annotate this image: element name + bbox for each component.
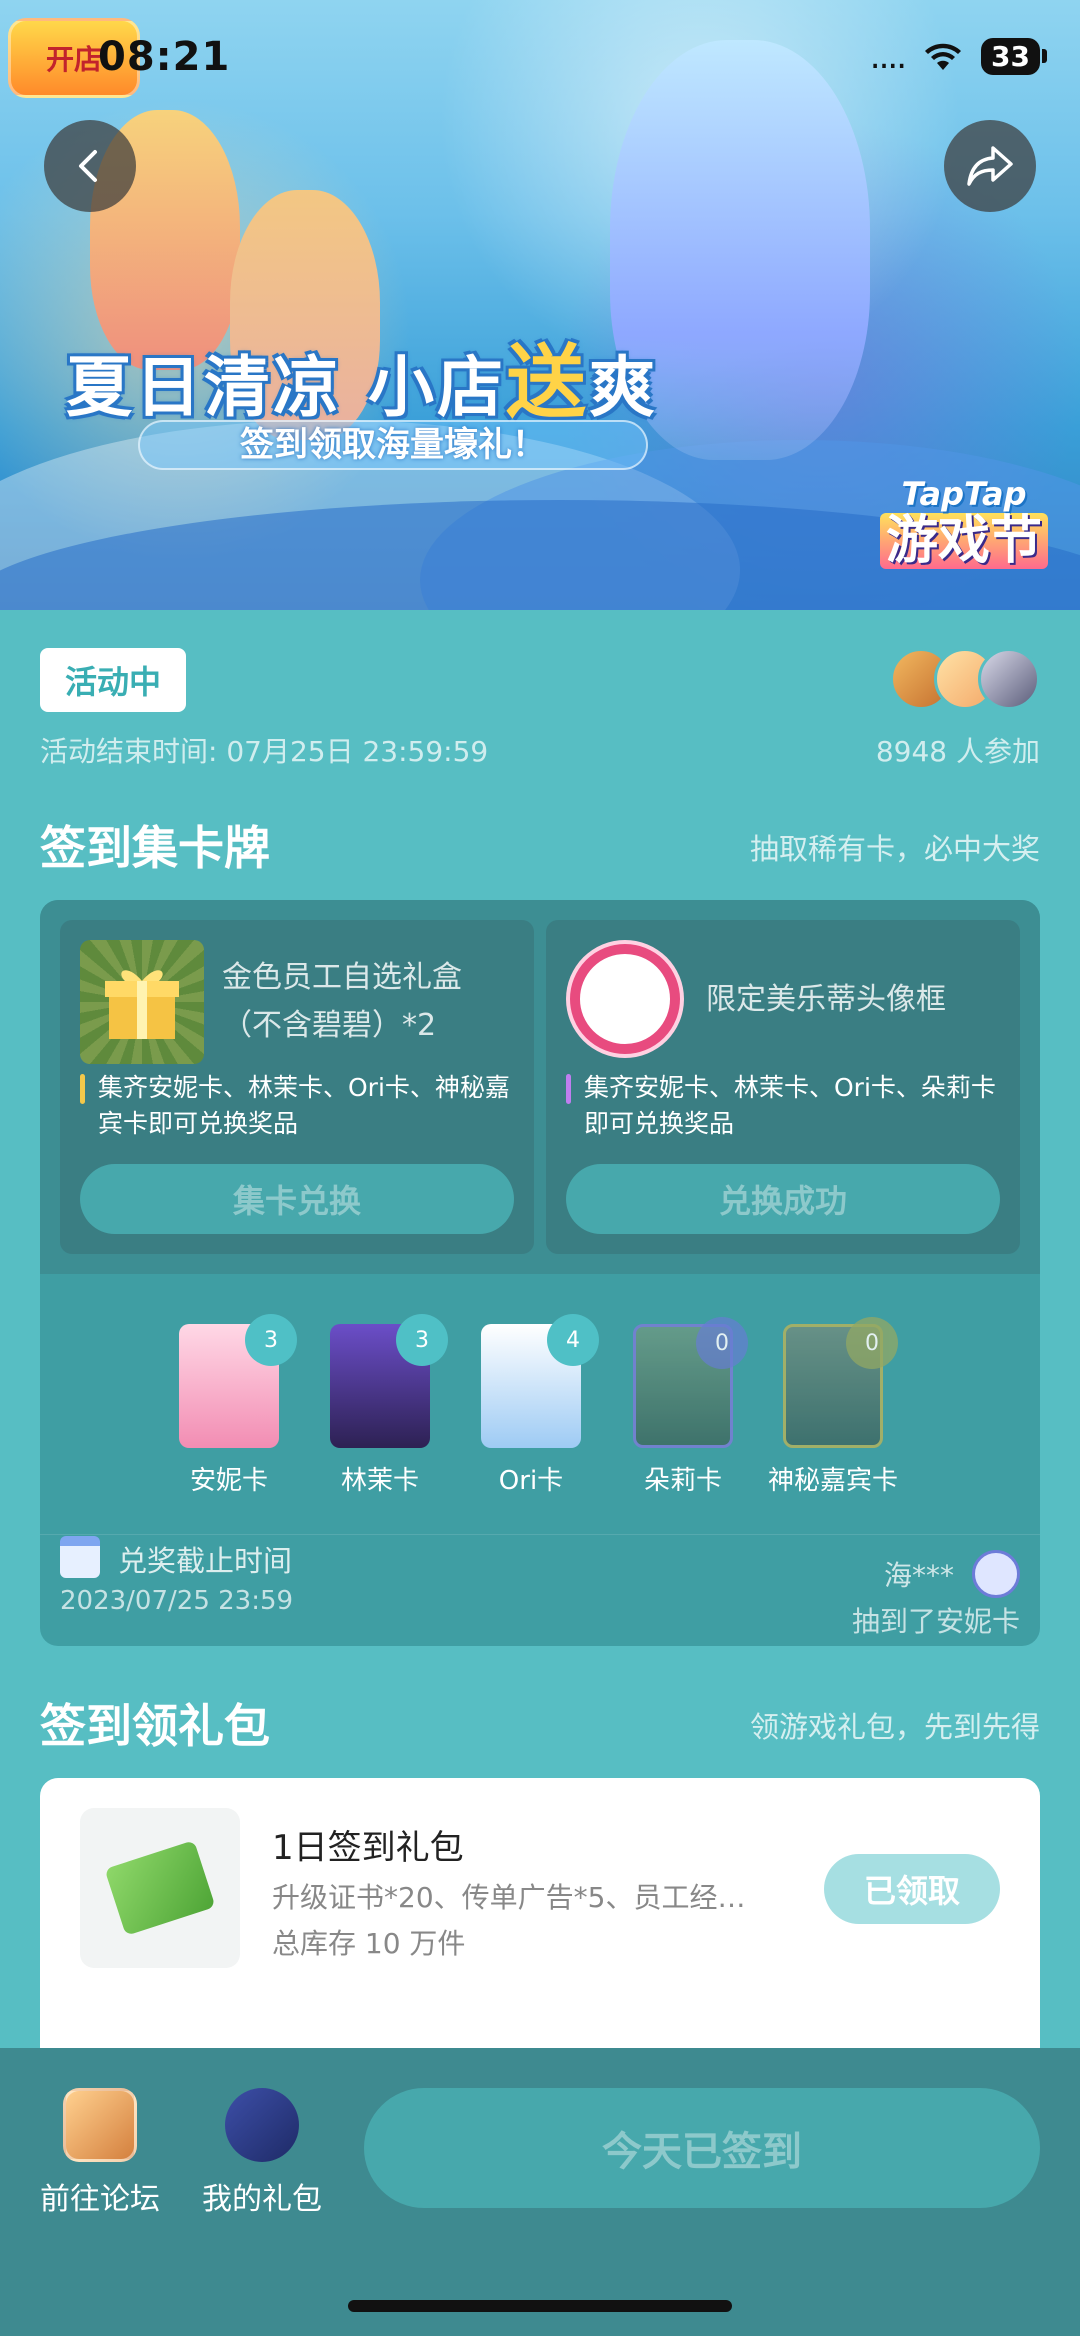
banner-title-part1: 夏日清凉 小店: [66, 349, 506, 426]
card-count-badge: 3: [245, 1314, 297, 1366]
ticker-user-name: 海***: [883, 1559, 954, 1592]
cash-icon: [104, 1840, 216, 1936]
gift-bag-icon: [225, 2088, 299, 2162]
event-banner: 开店 08:21 .... 33 夏日清凉 小店送爽 签到领取海量壕礼！ Tap…: [0, 0, 1080, 610]
card-label: 林茉卡: [340, 1466, 419, 1496]
checked-in-today-button[interactable]: 今天已签到: [364, 2088, 1040, 2208]
gift-pack-name: 1日签到礼包: [272, 1828, 464, 1868]
activity-end-time: 活动结束时间: 07月25日 23:59:59: [40, 735, 489, 768]
home-indicator[interactable]: [348, 2300, 732, 2312]
gift-pack-description: 升级证书*20、传单广告*5、员工经…: [272, 1881, 746, 1914]
my-gifts-label: 我的礼包: [202, 2182, 322, 2217]
card-count-badge: 0: [696, 1317, 748, 1369]
battery-indicator: 33: [981, 38, 1047, 75]
avatar-frame-icon: [570, 944, 680, 1054]
card-section-title: 签到集卡牌: [40, 821, 270, 875]
claimed-button[interactable]: 已领取: [824, 1854, 1000, 1924]
reward-row: 金色员工自选礼盒（不含碧碧）*2 集齐安妮卡、林茉卡、Ori卡、神秘嘉宾卡即可兑…: [40, 900, 1040, 1274]
banner-subtitle: 签到领取海量壕礼！: [138, 420, 648, 470]
my-gifts-button[interactable]: 我的礼包: [192, 2088, 332, 2218]
brand-top: TapTap: [901, 475, 1027, 513]
ticker-message: 抽到了安妮卡: [851, 1605, 1020, 1638]
deadline-date: 2023/07/25 23:59: [60, 1586, 294, 1616]
card-ori[interactable]: 4 Ori卡: [456, 1314, 606, 1497]
card-label: Ori卡: [498, 1466, 564, 1496]
card-label: 安妮卡: [189, 1466, 268, 1496]
gift-pack-image: [80, 1808, 240, 1968]
banner-title-highlight: 送: [505, 336, 589, 429]
status-time: 08:21: [98, 34, 231, 80]
forum-icon: [63, 2088, 137, 2162]
gift-section-title: 签到领礼包: [40, 1699, 270, 1753]
status-indicators: .... 33: [869, 36, 1047, 77]
card-image: 0: [783, 1317, 898, 1448]
deadline-label: 兑奖截止时间: [118, 1544, 293, 1578]
divider: [40, 1534, 1040, 1535]
reward-gift-box: 金色员工自选礼盒（不含碧碧）*2 集齐安妮卡、林茉卡、Ori卡、神秘嘉宾卡即可兑…: [60, 920, 534, 1254]
reward-avatar-frame: 限定美乐蒂头像框 集齐安妮卡、林茉卡、Ori卡、朵莉卡即可兑换奖品 兑换成功: [546, 920, 1020, 1254]
card-count-badge: 4: [547, 1314, 599, 1366]
ticker-avatar: [972, 1550, 1020, 1598]
participant-avatars[interactable]: [890, 648, 1040, 710]
card-image: 3: [330, 1314, 448, 1448]
gift-box-icon: [80, 940, 204, 1064]
share-arrow-icon: [967, 146, 1013, 186]
avatar: [978, 648, 1040, 710]
gift-section-note: 领游戏礼包，先到先得: [749, 1710, 1040, 1744]
chevron-left-icon: [79, 150, 97, 182]
gift-pack-stock: 总库存 10 万件: [272, 1927, 466, 1960]
card-anni[interactable]: 3 安妮卡: [154, 1314, 304, 1497]
card-image: 3: [179, 1314, 297, 1448]
back-button[interactable]: [44, 120, 136, 212]
brand-bottom: 游戏节: [879, 513, 1048, 569]
status-badge: 活动中: [40, 648, 186, 712]
bottom-action-bar: 前往论坛 我的礼包 今天已签到: [0, 2048, 1080, 2336]
card-image: 0: [633, 1317, 748, 1448]
card-label: 朵莉卡: [643, 1466, 722, 1496]
card-section-note: 抽取稀有卡，必中大奖: [749, 832, 1040, 866]
card-count-badge: 0: [846, 1317, 898, 1369]
exchange-success-button[interactable]: 兑换成功: [566, 1164, 1000, 1234]
reward-name: 限定美乐蒂头像框: [706, 982, 946, 1017]
signal-icon: ....: [869, 36, 907, 77]
card-exchange-button[interactable]: 集卡兑换: [80, 1164, 514, 1234]
banner-title: 夏日清凉 小店送爽: [66, 318, 658, 434]
card-mystery-guest[interactable]: 0 神秘嘉宾卡: [758, 1317, 908, 1497]
card-image: 4: [481, 1314, 599, 1448]
participant-count: 8948 人参加: [875, 735, 1040, 768]
reward-description: 集齐安妮卡、林茉卡、Ori卡、朵莉卡即可兑换奖品: [566, 1070, 1006, 1142]
gift-icon: [105, 970, 179, 1039]
taptap-festival-logo: TapTap 游戏节: [879, 475, 1048, 569]
calendar-icon: [60, 1536, 100, 1578]
forum-label: 前往论坛: [40, 2182, 160, 2217]
card-collection-panel: 金色员工自选礼盒（不含碧碧）*2 集齐安妮卡、林茉卡、Ori卡、神秘嘉宾卡即可兑…: [40, 900, 1040, 1646]
card-duoli[interactable]: 0 朵莉卡: [608, 1317, 758, 1497]
banner-title-part2: 爽: [588, 349, 658, 426]
wifi-icon: [925, 43, 962, 70]
share-button[interactable]: [944, 120, 1036, 212]
reward-description: 集齐安妮卡、林茉卡、Ori卡、神秘嘉宾卡即可兑换奖品: [80, 1070, 520, 1142]
card-count-badge: 3: [396, 1314, 448, 1366]
reward-name: 金色员工自选礼盒（不含碧碧）*2: [222, 960, 462, 1043]
card-linmo[interactable]: 3 林茉卡: [305, 1314, 455, 1497]
go-to-forum-button[interactable]: 前往论坛: [30, 2088, 170, 2218]
card-list: 3 安妮卡 3 林茉卡 4 Ori卡 0 朵莉卡 0 神秘嘉宾卡: [40, 1274, 1040, 1534]
card-label: 神秘嘉宾卡: [767, 1466, 898, 1496]
